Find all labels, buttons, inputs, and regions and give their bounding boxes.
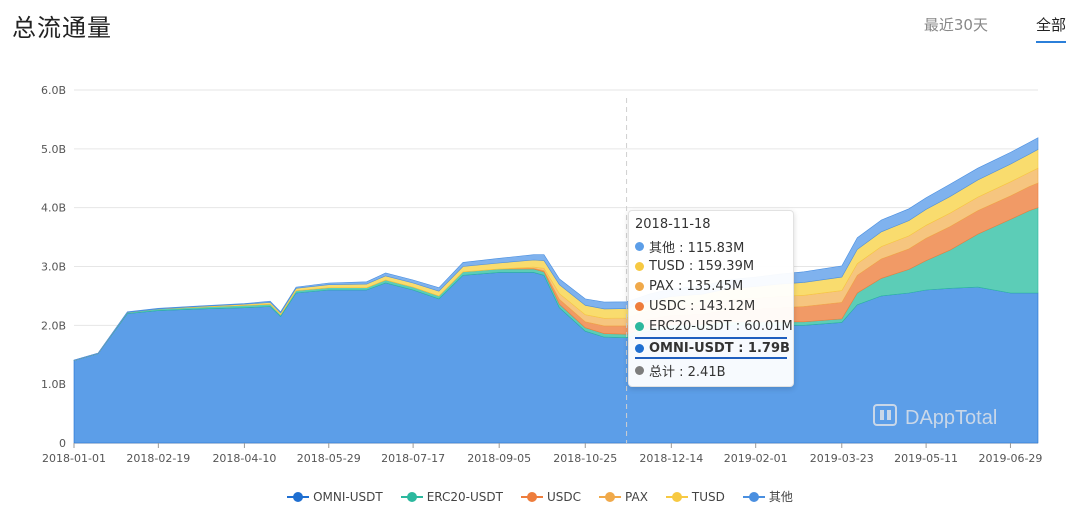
legend-item[interactable]: 其他 [742, 488, 793, 505]
series-dot-icon [635, 261, 644, 271]
y-tick-label: 1.0B [41, 378, 66, 391]
legend-label: USDC [546, 489, 582, 504]
x-tick-label: 2018-07-17 [381, 452, 445, 465]
x-tick-label: 2019-02-01 [724, 452, 788, 465]
legend-marker-icon [665, 491, 688, 502]
supply-area-chart: 01.0B2.0B3.0B4.0B5.0B6.0B 2018-01-01 2018… [41, 84, 1042, 465]
x-tick-label: 2018-12-14 [639, 452, 703, 465]
y-tick-label: 2.0B [41, 319, 66, 332]
series-dot-icon [635, 241, 644, 251]
tooltip-row: OMNI-USDT : 1.79B [635, 337, 790, 359]
tooltip-row-text: TUSD : 159.39M [649, 258, 755, 274]
y-tick-label: 5.0B [41, 143, 66, 156]
watermark-text: DAppTotal [905, 407, 997, 429]
chart-legend: OMNI-USDT ERC20-USDT USDC PAX TUSD 其他 [0, 488, 1080, 505]
y-tick-label: 4.0B [41, 202, 66, 215]
tooltip-rows: 其他 : 115.83M TUSD : 159.39M PAX : 135.45M U… [635, 236, 793, 380]
legend-marker-icon [520, 491, 543, 502]
x-tick-label: 2018-05-29 [297, 452, 361, 465]
series-dot-icon [635, 321, 644, 331]
tooltip-row: 其他 : 115.83M [635, 236, 787, 256]
data-tooltip: 2018-11-18 其他 : 115.83M TUSD : 159.39M PAX… [628, 210, 794, 387]
x-axis-ticks: 2018-01-01 2018-02-19 2018-04-10 2018-05-29… [42, 443, 1042, 465]
series-dot-icon [635, 301, 644, 311]
series-dot-icon [635, 365, 644, 375]
legend-marker-icon [287, 491, 310, 502]
series-areas [73, 137, 1039, 444]
tooltip-row-text: USDC : 143.12M [649, 298, 756, 314]
legend-item[interactable]: OMNI-USDT [287, 488, 383, 505]
legend-item[interactable]: PAX [599, 488, 648, 505]
legend-marker-icon [742, 491, 765, 502]
x-tick-label: 2018-09-05 [467, 452, 531, 465]
tooltip-row: TUSD : 159.39M [635, 256, 787, 276]
y-tick-label: 3.0B [41, 261, 66, 274]
legend-label: ERC20-USDT [426, 489, 503, 504]
x-tick-label: 2018-10-25 [553, 452, 617, 465]
legend-label: PAX [625, 489, 648, 504]
legend-item[interactable]: ERC20-USDT [400, 488, 503, 505]
tooltip-row-text: OMNI-USDT : 1.79B [649, 340, 790, 356]
x-tick-label: 2018-02-19 [126, 452, 190, 465]
x-tick-label: 2019-06-29 [978, 452, 1042, 465]
tooltip-row-text: 总计 : 2.41B [649, 364, 726, 380]
tooltip-row-text: PAX : 135.45M [649, 278, 744, 294]
legend-marker-icon [599, 491, 622, 502]
tooltip-row-text: ERC20-USDT : 60.01M [649, 318, 793, 334]
legend-item[interactable]: TUSD [665, 488, 725, 505]
y-tick-label: 0 [59, 437, 66, 450]
x-tick-label: 2019-03-23 [810, 452, 874, 465]
tooltip-row: PAX : 135.45M [635, 276, 787, 296]
series-dot-icon [635, 343, 644, 353]
tooltip-row: USDC : 143.12M [635, 296, 787, 316]
legend-item[interactable]: USDC [520, 488, 582, 505]
legend-label: TUSD [691, 489, 725, 504]
x-tick-label: 2018-04-10 [212, 452, 276, 465]
x-tick-label: 2018-01-01 [42, 452, 106, 465]
tooltip-row-text: 其他 : 115.83M [649, 240, 745, 256]
series-dot-icon [635, 281, 644, 291]
y-axis-ticks: 0 1.0B 2.0B 3.0B 4.0B 5.0B 6.0B [41, 84, 66, 450]
legend-label: OMNI-USDT [313, 489, 383, 504]
tooltip-row: 总计 : 2.41B [635, 360, 787, 380]
x-tick-label: 2019-05-11 [894, 452, 958, 465]
tooltip-row: ERC20-USDT : 60.01M [635, 316, 793, 336]
legend-label: 其他 [768, 490, 793, 504]
legend-marker-icon [400, 491, 423, 502]
y-tick-label: 6.0B [41, 84, 66, 97]
tooltip-date: 2018-11-18 [635, 217, 711, 232]
